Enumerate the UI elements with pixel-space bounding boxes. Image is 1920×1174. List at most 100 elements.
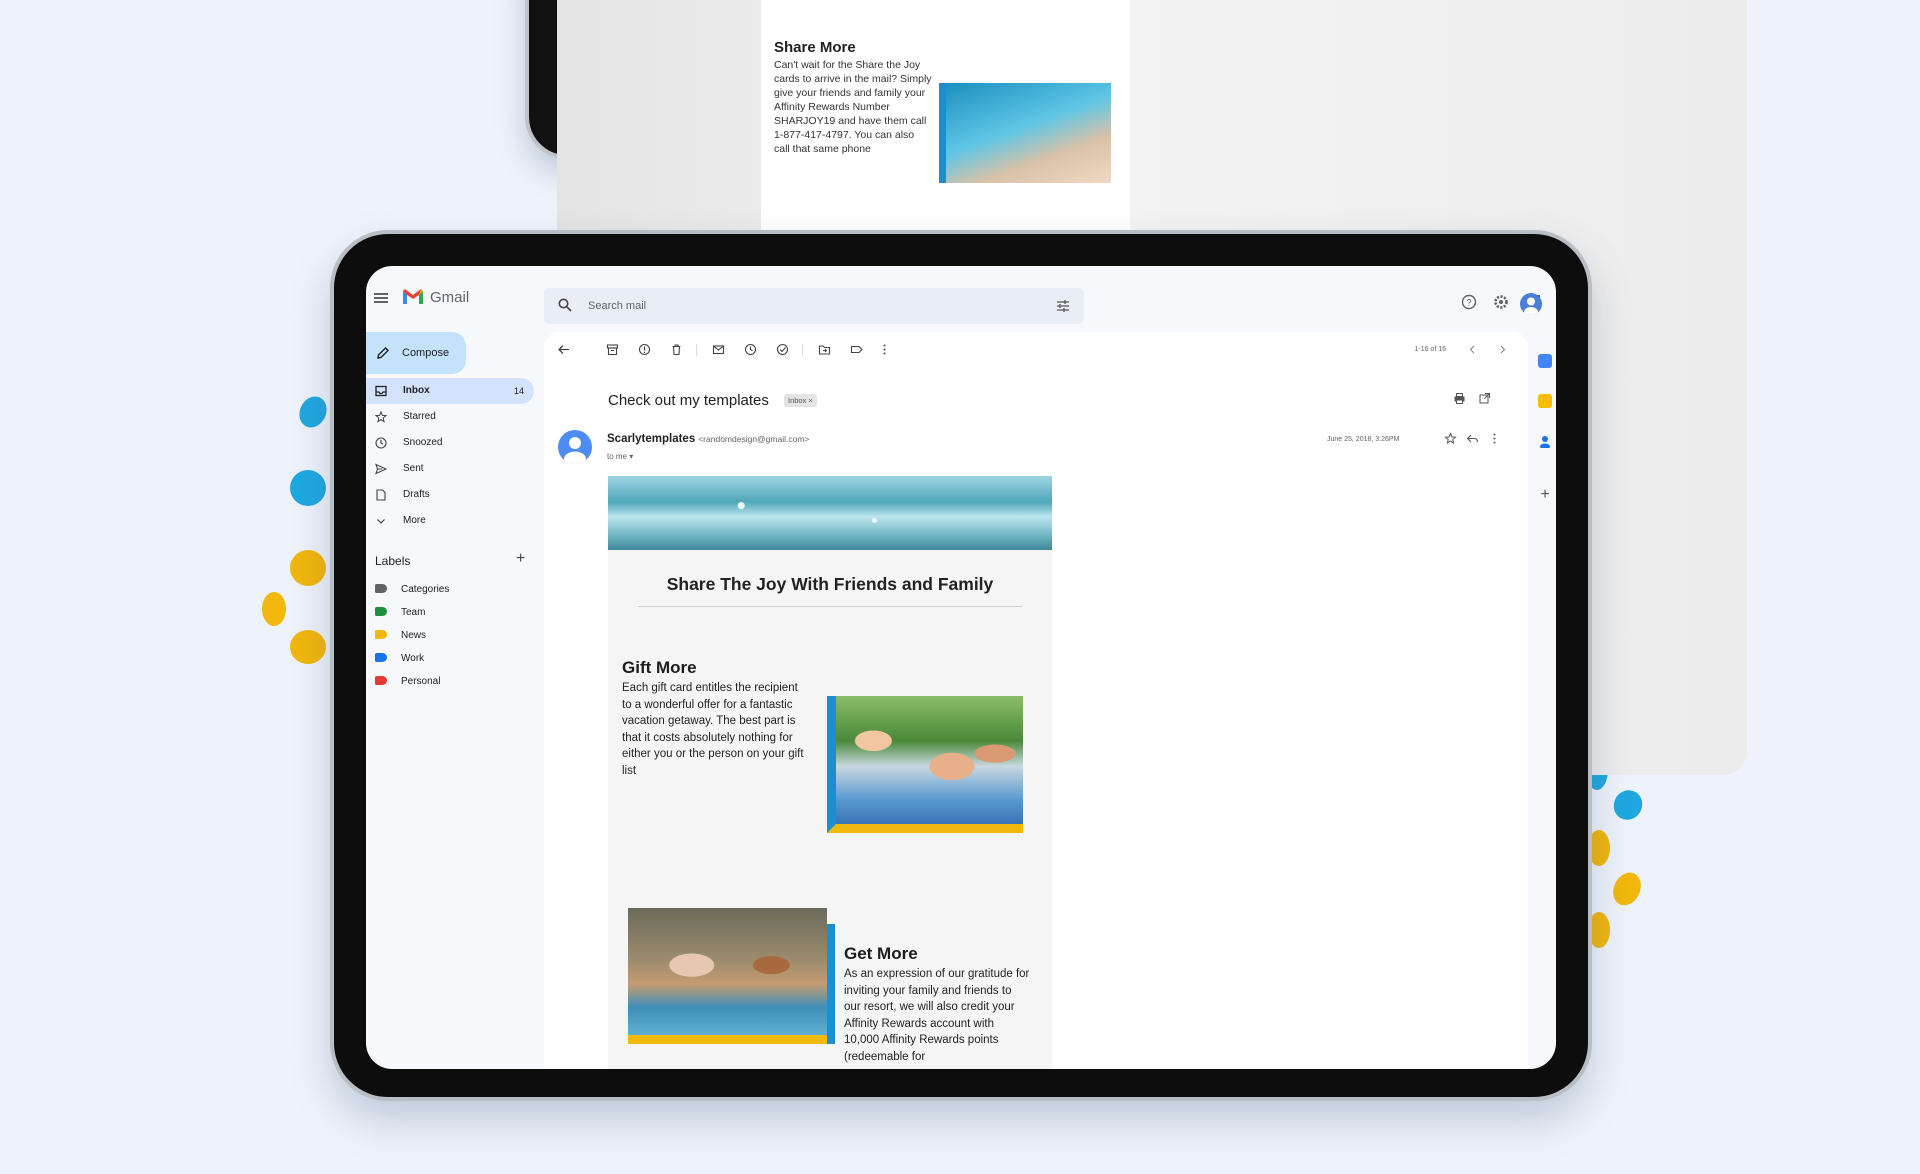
report-spam-icon[interactable] (638, 343, 651, 356)
star-icon[interactable] (1444, 432, 1457, 445)
reply-icon[interactable] (1466, 432, 1479, 445)
label-categories[interactable]: Categories (366, 578, 534, 601)
sidebar-item-snoozed[interactable]: Snoozed (366, 430, 534, 456)
sidebar-item-label: Drafts (403, 489, 430, 500)
label-personal[interactable]: Personal (366, 670, 534, 693)
chevron-down-icon (377, 519, 385, 524)
sidebar-item-inbox[interactable]: Inbox 14 (366, 378, 534, 404)
keep-notes-icon[interactable] (1538, 394, 1552, 408)
label-team[interactable]: Team (366, 601, 534, 624)
hamburger-menu-icon[interactable] (374, 293, 388, 303)
add-task-icon[interactable] (776, 343, 789, 356)
label-tag-icon (375, 653, 387, 662)
poolside-family-photo (628, 908, 827, 1044)
decor-dot (1608, 785, 1648, 825)
mark-unread-icon[interactable] (712, 343, 725, 356)
top-card-text: Can't wait for the Share the Joy cards t… (774, 59, 932, 155)
help-icon[interactable]: ? (1461, 294, 1477, 310)
pool-photo (939, 83, 1111, 183)
message-date: June 25, 2018, 3:26PM (1327, 436, 1400, 443)
sidebar-item-starred[interactable]: Starred (366, 404, 534, 430)
print-icon[interactable] (1453, 392, 1466, 405)
search-icon[interactable] (558, 298, 572, 312)
inbox-label-chip[interactable]: Inbox × (784, 394, 817, 407)
compose-label: Compose (402, 347, 450, 359)
message-toolbar: 1-16 of 16 (544, 332, 1528, 368)
decor-dot (290, 470, 326, 506)
decor-dot (290, 630, 326, 664)
email-body: Share The Joy With Friends and Family Gi… (608, 476, 1052, 1069)
labels-heading: Labels (375, 554, 411, 568)
calendar-icon[interactable] (1538, 354, 1552, 368)
accent-bar (827, 924, 835, 1044)
move-to-folder-icon[interactable] (818, 343, 831, 356)
gift-more-text: Each gift card entitles the recipient to… (622, 682, 804, 777)
gmail-header: Gmail Search mail ? (366, 266, 1556, 328)
pencil-icon (377, 347, 389, 359)
open-new-window-icon[interactable] (1478, 392, 1491, 405)
label-name: Personal (401, 676, 441, 687)
email-subject: Check out my templates (608, 392, 769, 409)
sender-avatar[interactable] (558, 430, 592, 464)
sidebar-item-sent[interactable]: Sent (366, 456, 534, 482)
gmail-screen: Gmail Search mail ? Compose Inbox 14 Sta… (366, 266, 1556, 1069)
send-icon (375, 463, 387, 475)
sidebar-item-label: Snoozed (403, 437, 443, 448)
sender-display-name: Scarlytemplates (607, 433, 696, 445)
archive-icon[interactable] (606, 343, 619, 356)
account-avatar[interactable] (1520, 293, 1542, 315)
chevron-left-icon[interactable] (1466, 343, 1479, 356)
more-vertical-icon[interactable] (878, 343, 891, 356)
label-news[interactable]: News (366, 624, 534, 647)
decor-dot (1608, 868, 1646, 910)
sidebar-item-label: Starred (403, 411, 436, 422)
more-vertical-icon[interactable] (1488, 432, 1501, 445)
add-app-plus-icon[interactable]: + (1538, 487, 1552, 503)
back-arrow-icon[interactable] (557, 343, 570, 356)
unread-count: 14 (513, 386, 524, 396)
get-more-text: As an expression of our gratitude for in… (844, 968, 1030, 1063)
delete-trash-icon[interactable] (670, 343, 683, 356)
sender-name: Scarlytemplates <randomdesign@gmail.com> (607, 433, 809, 445)
water-hero-image (608, 476, 1052, 550)
search-input[interactable]: Search mail (588, 300, 646, 312)
label-name: Work (401, 653, 425, 664)
sidebar-item-more[interactable]: More (366, 508, 534, 534)
toolbar-divider (802, 344, 803, 356)
search-bar[interactable]: Search mail (544, 288, 1084, 324)
label-tag-icon (375, 630, 387, 639)
search-options-icon[interactable] (1056, 299, 1070, 313)
compose-button[interactable]: Compose (366, 332, 466, 374)
sidebar-nav: Inbox 14 Starred Snoozed Sent Drafts Mor… (366, 378, 534, 534)
label-tag-icon (375, 676, 387, 685)
sidebar-item-drafts[interactable]: Drafts (366, 482, 534, 508)
poolside-group-photo (827, 696, 1023, 833)
gmail-logo-icon[interactable] (402, 288, 424, 305)
add-label-button[interactable]: + (516, 550, 525, 568)
label-work[interactable]: Work (366, 647, 534, 670)
decor-dot (294, 392, 332, 432)
chevron-right-icon[interactable] (1496, 343, 1509, 356)
label-tag-icon (375, 584, 387, 593)
label-icon[interactable] (850, 343, 863, 356)
top-tablet-device: Share More Can't wait for the Share the … (525, 0, 1747, 775)
email-headline: Share The Joy With Friends and Family (666, 574, 994, 594)
label-name: Categories (401, 584, 450, 595)
inbox-icon (375, 385, 387, 397)
recipient-details[interactable]: to me ▾ (607, 452, 633, 461)
sidebar-item-label: More (403, 515, 426, 526)
settings-gear-icon[interactable] (1493, 294, 1509, 310)
sidebar-item-label: Inbox (403, 385, 430, 396)
svg-text:?: ? (1466, 298, 1471, 308)
sender-email: <randomdesign@gmail.com> (698, 434, 810, 444)
main-tablet-device: Gmail Search mail ? Compose Inbox 14 Sta… (330, 230, 1592, 1101)
label-name: Team (401, 607, 426, 618)
get-more-title: Get More (844, 944, 918, 963)
contacts-icon[interactable] (1538, 434, 1552, 448)
snooze-clock-icon[interactable] (744, 343, 757, 356)
headline-divider (638, 606, 1022, 607)
pagination-count: 1-16 of 16 (1414, 346, 1446, 353)
decor-dot (262, 592, 286, 626)
labels-list: Categories Team News Work Personal (366, 578, 534, 693)
decor-dot (290, 550, 326, 586)
